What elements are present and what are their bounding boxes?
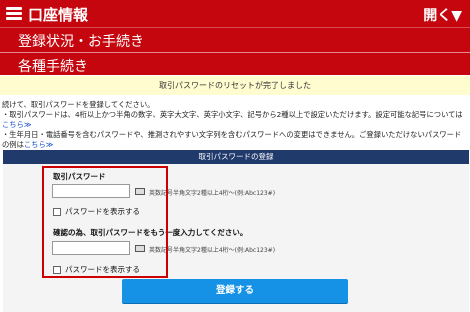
instruction-line: ・生年月日・電話番号を含むパスワードや、推測されやすい文字列を含むパスワードへの… bbox=[2, 130, 462, 149]
symbols-info-link[interactable]: こちら≫ bbox=[2, 120, 32, 129]
open-toggle-button[interactable]: 開く▼ bbox=[423, 5, 462, 25]
breadcrumb-label: 各種手続き bbox=[18, 59, 88, 75]
breadcrumb-registration-status[interactable]: 登録状況・お手続き bbox=[0, 27, 470, 53]
menu-icon[interactable] bbox=[6, 7, 22, 20]
page-title: 口座情報 bbox=[28, 6, 89, 24]
breadcrumb-label: 登録状況・お手続き bbox=[18, 34, 144, 50]
reset-complete-notice: 取引パスワードのリセットが完了しました bbox=[0, 76, 470, 95]
app-header: 口座情報 開く▼ bbox=[0, 0, 470, 27]
breadcrumb-procedures[interactable]: 各種手続き bbox=[0, 52, 470, 75]
instruction-line: 続けて、取引パスワードを登録してください。 bbox=[2, 100, 155, 109]
instruction-line: ・取引パスワードは、4桁以上かつ半角の数字、英字大文字、英字小文字、記号から2種… bbox=[2, 110, 463, 129]
highlight-frame bbox=[42, 166, 168, 278]
disallowed-examples-link[interactable]: こちら≫ bbox=[24, 140, 54, 149]
register-button[interactable]: 登録する bbox=[122, 279, 348, 303]
section-title: 取引パスワードの登録 bbox=[3, 150, 469, 164]
instructions: 続けて、取引パスワードを登録してください。 ・取引パスワードは、4桁以上かつ半角… bbox=[2, 100, 468, 150]
